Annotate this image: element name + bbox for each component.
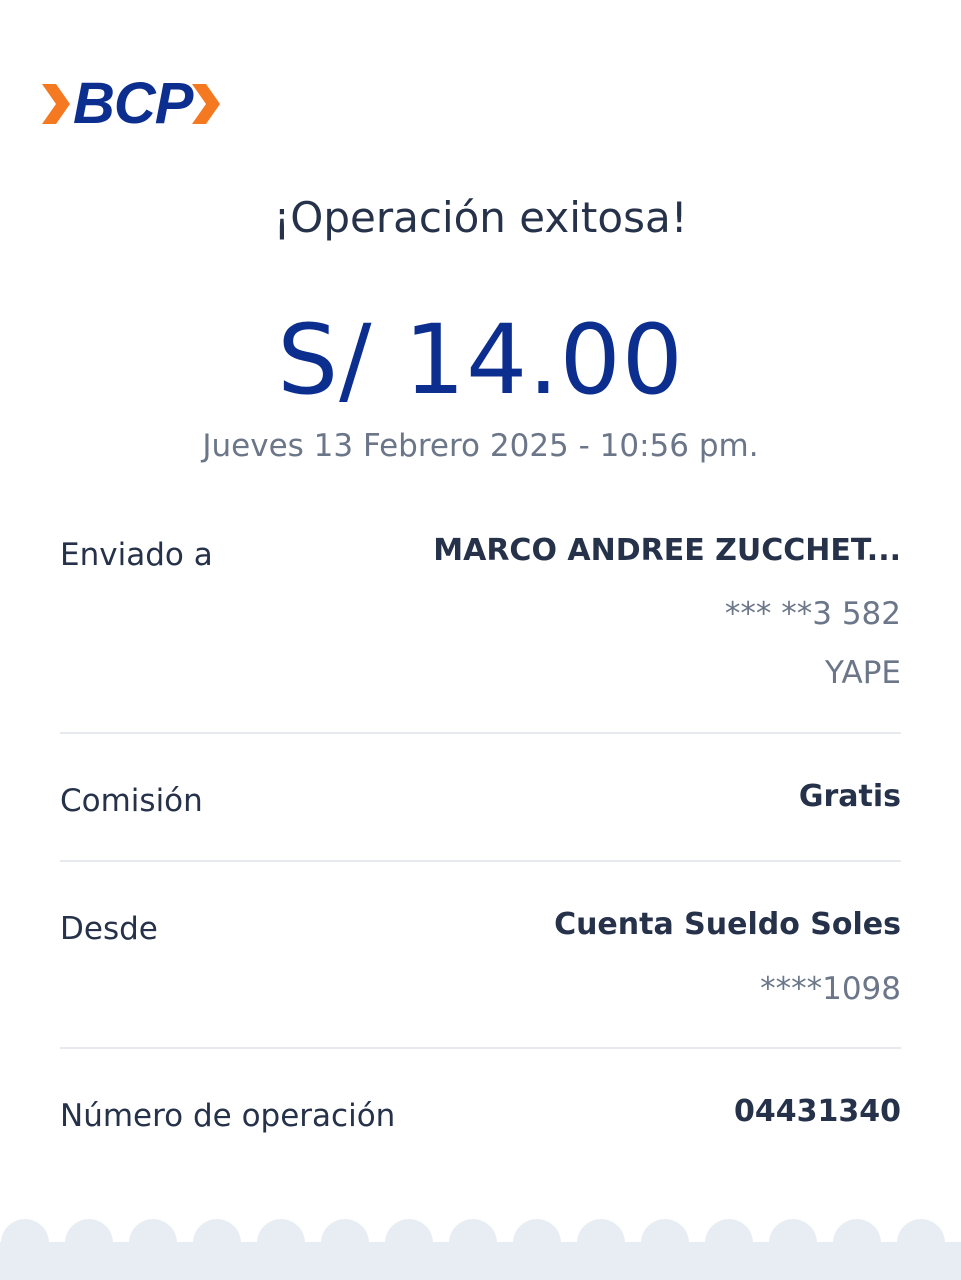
- recipient-phone: *** **3 582: [724, 596, 901, 632]
- divider: [60, 1047, 901, 1049]
- chevron-right-icon: [192, 84, 220, 124]
- logo-text: BCP: [73, 71, 193, 136]
- operation-number-value: 04431340: [734, 1094, 901, 1129]
- recipient-name: MARCO ANDREE ZUCCHET...: [433, 533, 901, 568]
- chevron-right-icon: [42, 84, 70, 124]
- page-title: ¡Operación exitosa!: [273, 193, 688, 242]
- source-label: Desde: [60, 911, 158, 947]
- source-account: Cuenta Sueldo Soles: [554, 907, 901, 942]
- recipient-label: Enviado a: [60, 537, 213, 573]
- commission-label: Comisión: [60, 783, 203, 819]
- commission-value: Gratis: [798, 779, 901, 814]
- bcp-logo: BCP: [38, 72, 228, 136]
- recipient-channel: YAPE: [824, 655, 901, 691]
- operation-datetime: Jueves 13 Febrero 2025 - 10:56 pm.: [202, 428, 759, 464]
- source-account-number: ****1098: [760, 971, 901, 1007]
- receipt-scalloped-edge: [0, 1219, 961, 1280]
- operation-number-label: Número de operación: [60, 1098, 396, 1134]
- transfer-amount: S/ 14.00: [277, 304, 684, 416]
- divider: [60, 732, 901, 734]
- divider: [60, 860, 901, 862]
